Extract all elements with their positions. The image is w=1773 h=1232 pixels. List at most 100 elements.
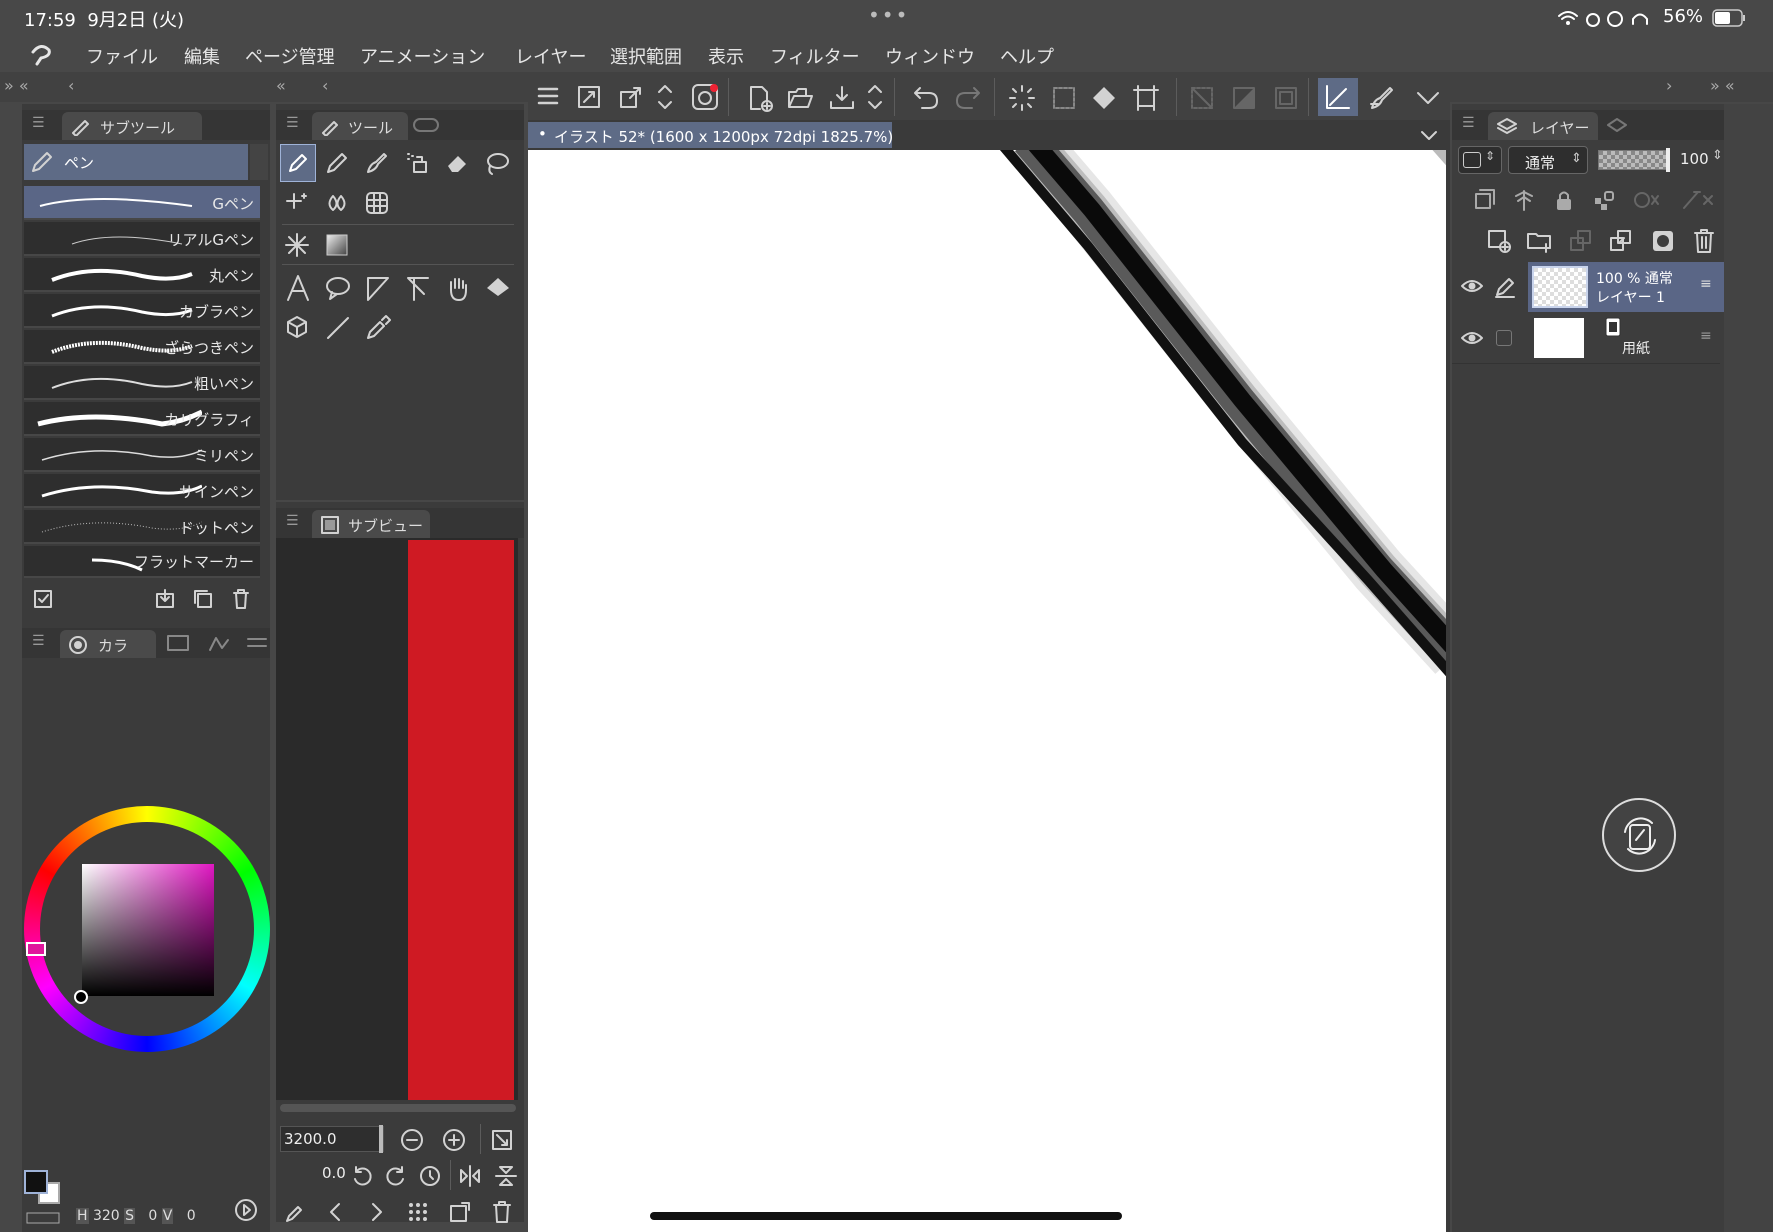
clip-studio-icon[interactable] xyxy=(690,82,720,112)
blend-mode-select[interactable]: 通常 ⇕ xyxy=(1508,146,1588,174)
menu-help[interactable]: ヘルプ xyxy=(1000,43,1054,69)
opacity-slider[interactable] xyxy=(1598,148,1670,172)
subtool-settings-icon[interactable] xyxy=(32,588,54,610)
deselect-icon[interactable] xyxy=(1188,84,1216,112)
fill-bucket-icon[interactable] xyxy=(1090,84,1118,112)
lasso-fill-tool-icon[interactable] xyxy=(484,150,510,176)
menu-page[interactable]: ページ管理 xyxy=(245,43,335,69)
color-slider-tab-icon[interactable] xyxy=(166,634,190,652)
sv-marker[interactable] xyxy=(74,990,88,1004)
ruler-tool-icon[interactable] xyxy=(404,274,432,302)
layer-row-1[interactable]: 100 % 通常 レイヤー 1 ≡ xyxy=(1452,262,1724,312)
main-color-swatch[interactable] xyxy=(24,1170,48,1194)
flip-horizontal-icon[interactable] xyxy=(458,1164,482,1188)
toolbar-scroll-icon[interactable] xyxy=(656,82,674,112)
eraser-tool-icon[interactable] xyxy=(444,150,470,176)
color-wheel[interactable] xyxy=(22,804,272,1054)
layer-2-checkbox[interactable] xyxy=(1496,330,1512,346)
menu-layer[interactable]: レイヤー xyxy=(515,43,586,69)
multitask-dots[interactable]: ••• xyxy=(868,3,909,27)
operation-3d-tool-icon[interactable] xyxy=(284,314,312,342)
menu-selection[interactable]: 選択範囲 xyxy=(610,43,682,69)
merge-lower-icon[interactable] xyxy=(1608,228,1634,254)
brush-item-flat-marker[interactable]: フラットマーカー xyxy=(24,546,260,578)
loading-icon[interactable] xyxy=(1008,84,1036,112)
collapse-left-icon[interactable]: » « xyxy=(4,76,29,95)
new-folder-icon[interactable] xyxy=(1526,228,1554,254)
subview-trash-icon[interactable] xyxy=(490,1200,514,1224)
chevron-left-icon[interactable]: ‹ xyxy=(68,76,74,95)
subview-tab[interactable]: サブビュー xyxy=(312,510,430,538)
border-selection-icon[interactable] xyxy=(1272,84,1300,112)
grid-dots-icon[interactable] xyxy=(406,1200,430,1224)
rotate-left-icon[interactable] xyxy=(350,1164,374,1188)
fill-tool-icon[interactable] xyxy=(484,274,512,302)
brush-item-maru-pen[interactable]: 丸ペン xyxy=(24,258,260,292)
transfer-lower-icon[interactable] xyxy=(1568,228,1594,254)
app-logo-icon[interactable] xyxy=(28,42,54,68)
subtool-tab[interactable]: サブツール xyxy=(62,112,202,140)
brush-item-zaratsuki-pen[interactable]: ざらつきペン xyxy=(24,330,260,364)
flip-vertical-icon[interactable] xyxy=(494,1164,518,1188)
trash-icon[interactable] xyxy=(230,588,252,610)
figure-line-tool-icon[interactable] xyxy=(324,314,352,342)
menu-edit[interactable]: 編集 xyxy=(184,43,220,69)
text-tool-icon[interactable] xyxy=(284,274,312,302)
chevron-left-icon-2[interactable]: ‹ xyxy=(322,76,328,95)
tool-property-tab-icon[interactable] xyxy=(412,116,440,134)
brush-item-arai-pen[interactable]: 粗いペン xyxy=(24,366,260,400)
brush-item-dot-pen[interactable]: ドットペン xyxy=(24,510,260,544)
subview-menu-icon[interactable]: ☰ xyxy=(286,513,299,529)
chevron-right-icon[interactable]: › xyxy=(1666,76,1672,95)
color-set-tab-icon[interactable] xyxy=(208,634,232,652)
balloon-tool-icon[interactable] xyxy=(324,274,352,302)
layer-tab[interactable]: レイヤー xyxy=(1488,112,1598,140)
layer-property-tab-icon[interactable] xyxy=(1604,115,1630,135)
brush-item-calligraphy[interactable]: カリグラフィ xyxy=(24,402,260,436)
layer-2-menu-icon[interactable]: ≡ xyxy=(1700,328,1712,344)
pencil-tool-icon[interactable] xyxy=(324,150,350,176)
undo-icon[interactable] xyxy=(912,84,940,112)
brush-item-milli-pen[interactable]: ミリペン xyxy=(24,438,260,472)
eyedropper-tool-icon[interactable] xyxy=(364,314,392,342)
next-icon[interactable] xyxy=(364,1200,388,1224)
layer-row-2[interactable]: 用紙 ≡ xyxy=(1452,314,1720,364)
color-history-tab-icon[interactable] xyxy=(246,634,268,652)
saturation-value-square[interactable] xyxy=(82,864,214,996)
transparent-color-icon[interactable] xyxy=(26,1212,60,1224)
zoom-out-icon[interactable] xyxy=(400,1128,424,1152)
effect-line-tool-icon[interactable] xyxy=(284,232,310,258)
tool-pen[interactable] xyxy=(280,144,316,182)
opacity-value[interactable]: 100 xyxy=(1680,150,1709,168)
menu-animation[interactable]: アニメーション xyxy=(360,43,485,69)
fit-canvas-icon[interactable] xyxy=(576,84,602,110)
canvas-tab[interactable]: • イラスト 52* (1600 x 1200px 72dpi 1825.7%) xyxy=(528,122,893,148)
subtool-group-pen[interactable]: ペン xyxy=(24,144,248,180)
duplicate-icon[interactable] xyxy=(192,588,214,610)
toolbar-scroll-icon-2[interactable] xyxy=(866,82,884,112)
menu-filter[interactable]: フィルター xyxy=(770,43,860,69)
brush-item-gpen[interactable]: Gペン xyxy=(24,186,260,220)
gradient-tool-icon[interactable] xyxy=(324,232,350,258)
water-tool-icon[interactable] xyxy=(324,190,350,216)
add-image-icon[interactable] xyxy=(448,1200,472,1224)
delete-layer-icon[interactable] xyxy=(1692,228,1716,254)
tool-panel-menu-icon[interactable]: ☰ xyxy=(286,115,299,131)
blend-tool-icon[interactable] xyxy=(284,190,310,216)
ruler-range-icon[interactable] xyxy=(1680,188,1716,212)
layer-color-dropdown[interactable]: ⇕ xyxy=(1458,146,1502,174)
reference-layer-icon[interactable] xyxy=(1512,188,1536,212)
brush-item-real-gpen[interactable]: リアルGペン xyxy=(24,222,260,256)
brush-item-sign-pen[interactable]: サインペン xyxy=(24,474,260,508)
prev-icon[interactable] xyxy=(324,1200,348,1224)
transform-icon[interactable] xyxy=(1132,84,1160,112)
lock-icon[interactable] xyxy=(1552,188,1576,212)
visibility-eye-icon[interactable] xyxy=(1460,276,1484,296)
hand-tool-icon[interactable] xyxy=(444,274,472,302)
clip-lower-icon[interactable] xyxy=(1472,188,1496,212)
menu-view[interactable]: 表示 xyxy=(708,43,744,69)
rotate-right-icon[interactable] xyxy=(384,1164,408,1188)
collapse-right-icon[interactable]: » « xyxy=(1710,76,1735,95)
visibility-eye-icon-2[interactable] xyxy=(1460,328,1484,348)
zoom-in-icon[interactable] xyxy=(442,1128,466,1152)
